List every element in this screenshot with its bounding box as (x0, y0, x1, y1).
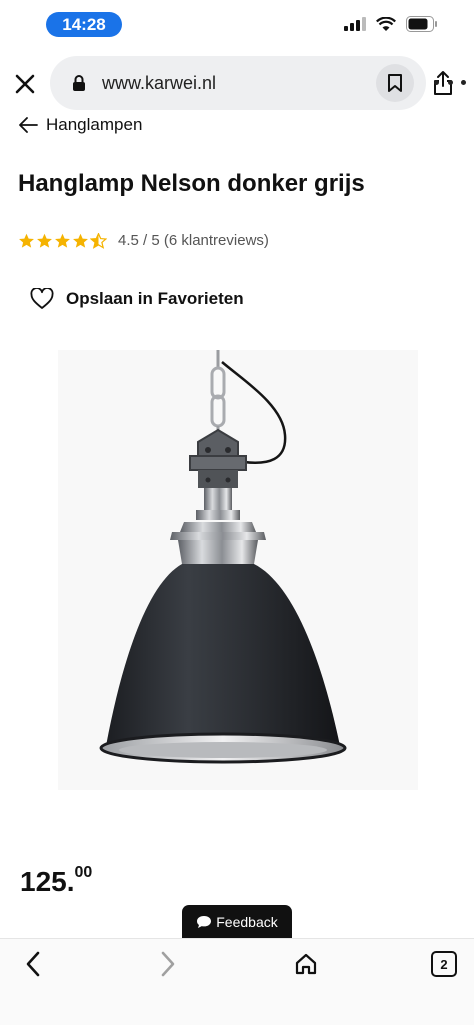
star-icon (19, 233, 34, 248)
star-icon (73, 233, 88, 248)
home-button[interactable] (290, 948, 322, 980)
status-time: 14:28 (46, 12, 122, 37)
status-bar: 14:28 (0, 0, 474, 48)
bookmark-icon (388, 74, 402, 92)
breadcrumb[interactable]: Hanglampen (18, 113, 142, 137)
arrow-left-icon (19, 117, 38, 133)
close-button[interactable] (12, 71, 38, 97)
bottom-toolbar: 2 (0, 938, 474, 1025)
more-button[interactable] (434, 72, 466, 92)
save-favorite-button[interactable]: Opslaan in Favorieten (30, 288, 244, 309)
lock-icon (73, 75, 85, 91)
url-text: www.karwei.nl (102, 73, 217, 93)
back-button[interactable] (18, 949, 48, 979)
favorite-label: Opslaan in Favorieten (66, 288, 244, 308)
tab-count: 2 (440, 956, 448, 972)
chevron-right-icon (161, 951, 175, 977)
feedback-button[interactable]: Feedback (182, 905, 292, 938)
chat-icon (197, 915, 212, 928)
price-main: 125. (20, 866, 75, 897)
rating-text: 4.5 / 5 (6 klantreviews) (118, 232, 269, 249)
star-icon (37, 233, 52, 248)
signal-icon (344, 17, 366, 31)
star-half-icon (90, 232, 107, 249)
star-icon (55, 233, 70, 248)
pendant-lamp-image (99, 350, 347, 764)
feedback-label: Feedback (216, 913, 278, 930)
wifi-icon (376, 16, 396, 31)
home-icon (295, 953, 317, 975)
page-title: Hanglamp Nelson donker grijs (18, 170, 365, 197)
browser-bar: www.karwei.nl (0, 52, 474, 114)
heart-icon (30, 288, 54, 309)
price-cents: 00 (74, 864, 93, 881)
product-rating[interactable]: 4.5 / 5 (6 klantreviews) (18, 232, 269, 249)
bookmark-button[interactable] (376, 64, 414, 102)
more-icon (434, 79, 439, 85)
product-image[interactable] (58, 350, 418, 790)
close-icon (15, 74, 35, 94)
chevron-left-icon (26, 951, 40, 977)
tabs-button[interactable]: 2 (431, 951, 457, 977)
breadcrumb-label: Hanglampen (46, 115, 143, 134)
battery-icon (406, 16, 437, 32)
status-icons (344, 16, 438, 32)
address-bar[interactable]: www.karwei.nl (50, 56, 452, 110)
rating-stars (18, 232, 107, 249)
product-price: 125.00 (20, 864, 93, 898)
forward-button[interactable] (153, 949, 183, 979)
